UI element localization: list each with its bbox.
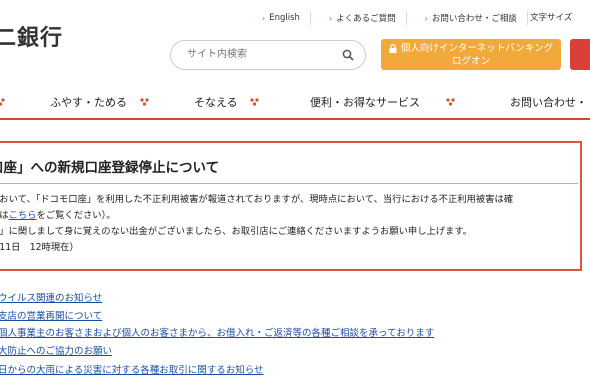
- details-link[interactable]: こちら: [9, 210, 37, 221]
- internet-banking-logon-button[interactable]: 個人向けインターネットバンキング ログオン: [381, 39, 561, 70]
- nav-item-insurance[interactable]: そなえる: [194, 94, 238, 110]
- search-input[interactable]: [185, 48, 339, 61]
- internet-banking-label: 個人向けインターネットバンキング: [400, 42, 554, 54]
- notice-line-2-after: をご覧ください）。: [36, 210, 116, 221]
- nav-bullet-icon: [140, 98, 149, 106]
- utility-divider: [405, 11, 407, 25]
- news-link[interactable]: 日からの大雨による災害に対する各種お取引に関するお知らせ: [0, 362, 264, 376]
- contact-link-label: お問い合わせ・ご相談: [431, 14, 517, 24]
- notice-title: 口座」への新規口座登録停止について: [0, 160, 220, 176]
- bank-logo[interactable]: 二銀行: [0, 20, 63, 52]
- nav-item-contact[interactable]: お問い合わせ・: [510, 94, 587, 110]
- notice-line-2: くはこちらをご覧ください）。: [0, 210, 116, 222]
- site-search[interactable]: [170, 40, 366, 70]
- search-icon[interactable]: [342, 49, 354, 61]
- corporate-banking-button[interactable]: [570, 39, 590, 70]
- nav-item-services[interactable]: 便利・お得なサービス: [310, 94, 420, 110]
- nav-item-savings[interactable]: ふやす・ためる: [50, 94, 127, 110]
- chevron-right-icon: ›: [328, 13, 333, 23]
- contact-link[interactable]: › お問い合わせ・ご相談: [425, 11, 517, 25]
- notice-line-1: において、「ドコモ口座」を利用した不正利用被害が報道されておりますが、現時点にお…: [0, 194, 514, 205]
- news-link[interactable]: ウイルス関連のお知らせ: [0, 290, 102, 304]
- notice-line-3: 座」に関しまして身に覚えのない出金がございましたら、お取引店にご連絡くださいます…: [0, 226, 473, 237]
- font-size-label: 文字サイズ: [530, 13, 573, 23]
- important-notice: 口座」への新規口座登録停止について において、「ドコモ口座」を利用した不正利用被…: [0, 141, 582, 271]
- nav-bullet-icon: [446, 98, 455, 106]
- nav-bullet-icon: [0, 98, 5, 106]
- notice-line-2-before: くは: [0, 210, 9, 221]
- global-nav: ふやす・ためる そなえる 便利・お得なサービス お問い合わせ・: [0, 85, 590, 120]
- lock-icon: [389, 43, 397, 53]
- english-link[interactable]: › English: [262, 11, 300, 25]
- utility-nav: › English › よくあるご質問 › お問い合わせ・ご相談: [262, 11, 528, 25]
- chevron-right-icon: ›: [262, 13, 266, 23]
- notice-divider: [0, 183, 578, 184]
- notice-line-4: 月11日 12時現在）: [0, 242, 79, 253]
- faq-link[interactable]: › よくあるご質問: [329, 11, 396, 25]
- news-link[interactable]: 大防止へのご協力のお願い: [0, 343, 112, 357]
- chevron-right-icon: ›: [424, 13, 428, 23]
- logon-label: ログオン: [451, 55, 490, 67]
- news-link[interactable]: 個人事業主のお客さまおよび個人のお客さまから、お借入れ・ご返済等の各種ご相談を承…: [0, 325, 434, 339]
- english-link-label: English: [269, 13, 300, 23]
- utility-divider: [526, 11, 528, 25]
- news-link[interactable]: 支店の営業再開について: [0, 308, 102, 322]
- nav-bullet-icon: [250, 98, 259, 106]
- faq-link-label: よくあるご質問: [336, 14, 396, 24]
- utility-divider: [309, 11, 311, 25]
